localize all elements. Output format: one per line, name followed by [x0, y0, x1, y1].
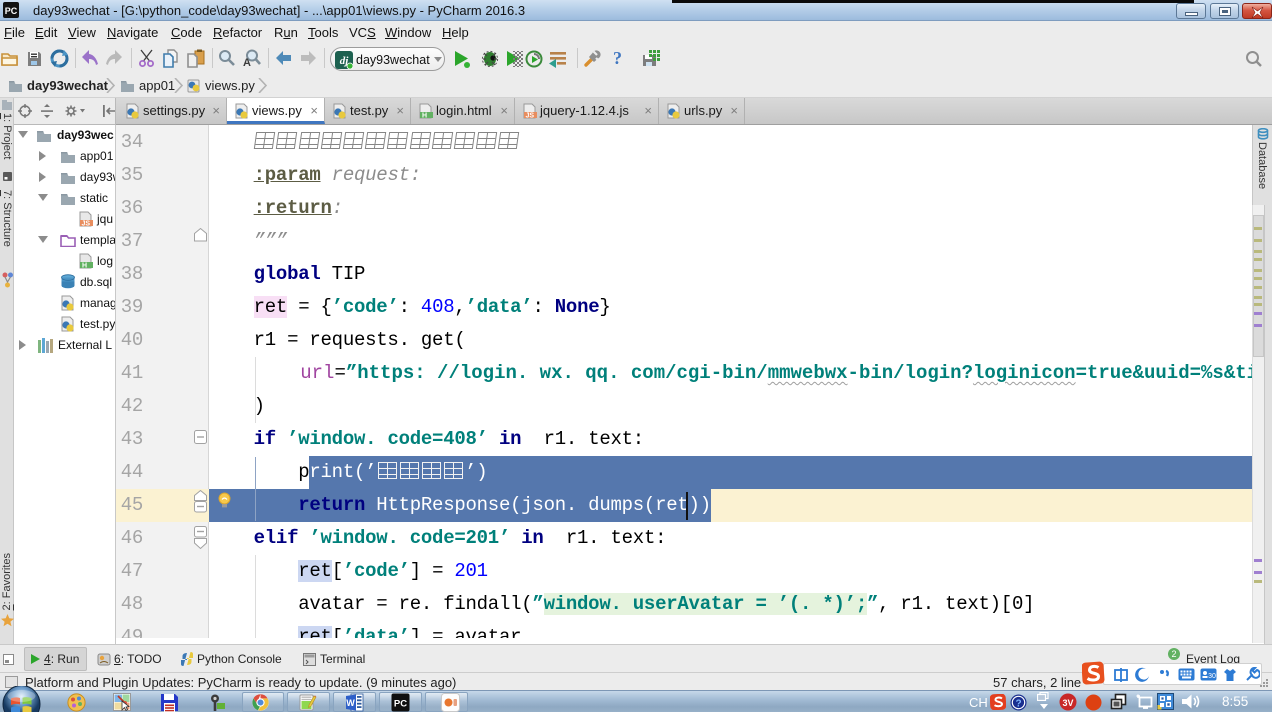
svg-text:3V: 3V	[1062, 698, 1073, 708]
svg-text:JS: JS	[526, 113, 535, 120]
svg-text:?: ?	[1015, 699, 1021, 710]
svg-text:30: 30	[1208, 673, 1216, 680]
svg-text:W: W	[346, 698, 355, 708]
svg-text:H: H	[82, 263, 87, 270]
svg-text:H: H	[422, 113, 427, 120]
svg-text:PC: PC	[5, 6, 18, 16]
svg-text:PC: PC	[394, 699, 407, 710]
svg-text:JS: JS	[82, 221, 91, 228]
svg-text:A: A	[243, 57, 251, 67]
